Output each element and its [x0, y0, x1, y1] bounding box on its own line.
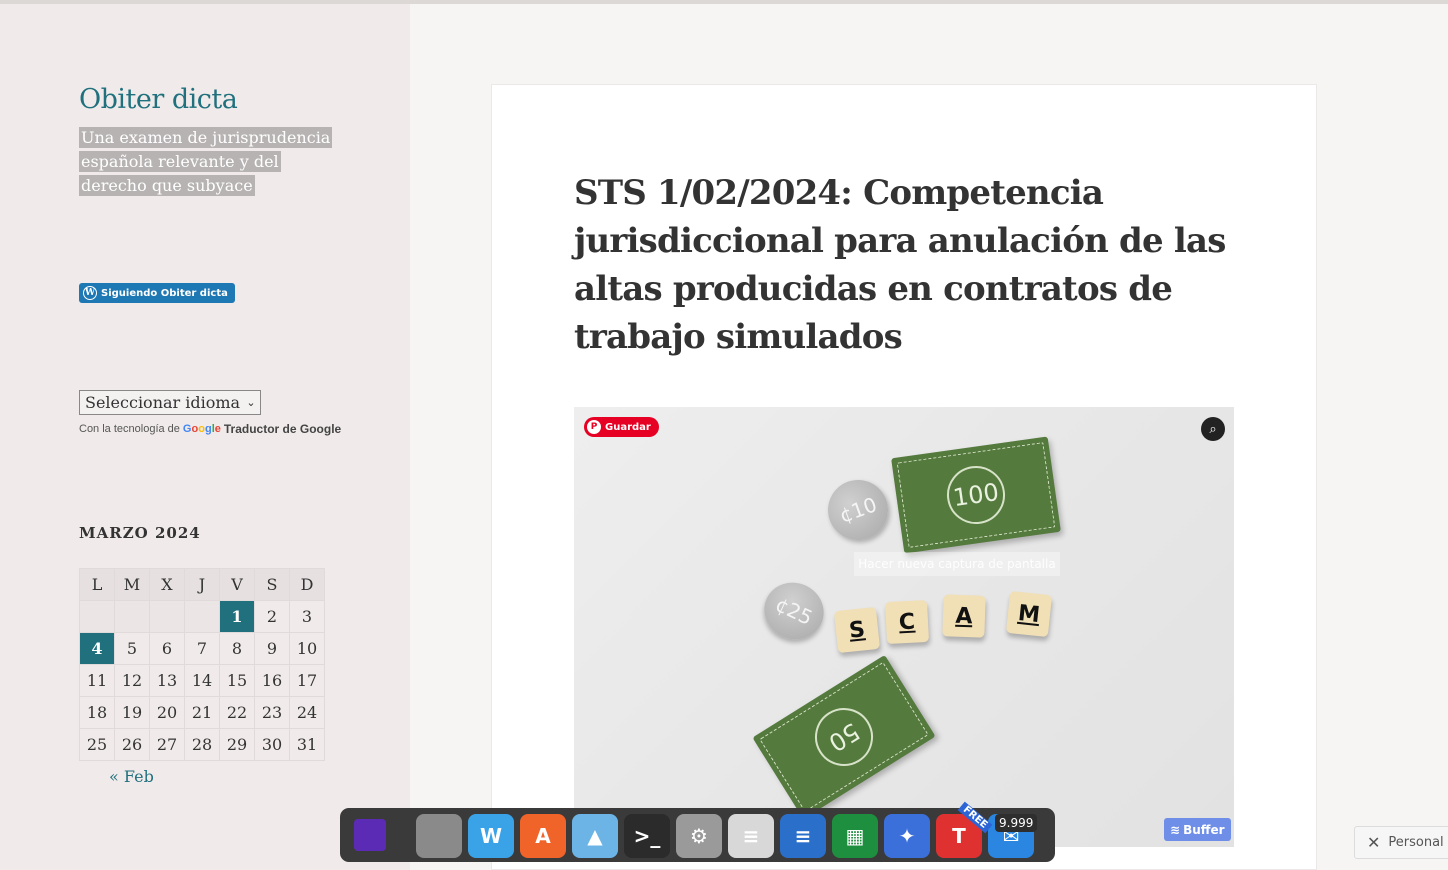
- calendar-title: MARZO 2024: [79, 524, 201, 542]
- dock-item-bird-app[interactable]: ✦: [884, 814, 930, 858]
- calendar-weekday: V: [219, 568, 255, 601]
- translate-powered-by: Con la tecnología de Google Traductor de…: [79, 422, 341, 436]
- calendar-day: 21: [184, 696, 220, 729]
- buffer-label: Buffer: [1183, 822, 1225, 837]
- dock-item-wavebox[interactable]: W: [468, 814, 514, 858]
- language-select[interactable]: Seleccionar idioma ⌄: [79, 390, 261, 415]
- calendar-day: 22: [219, 696, 255, 729]
- calendar-day: 16: [254, 664, 290, 697]
- pinterest-save-button[interactable]: P Guardar: [584, 417, 659, 437]
- google-translate-link[interactable]: Traductor de Google: [224, 422, 341, 436]
- customize-button[interactable]: ✕ Personal: [1354, 826, 1448, 859]
- calendar-day: 6: [149, 632, 185, 665]
- dock-item-image-viewer[interactable]: ▲: [572, 814, 618, 858]
- calendar-day: 19: [114, 696, 150, 729]
- tools-icon: ✕: [1367, 833, 1381, 852]
- calendar-day: 27: [149, 728, 185, 761]
- calendar-day: 25: [79, 728, 115, 761]
- coin-25: ¢25: [754, 572, 834, 650]
- calendar-day: 5: [114, 632, 150, 665]
- calendar-empty-cell: [114, 600, 150, 633]
- site-tagline: Una examen de jurisprudencia española re…: [79, 127, 333, 196]
- calendar-weekday: D: [289, 568, 325, 601]
- calendar-day: 31: [289, 728, 325, 761]
- calendar-day-link[interactable]: 1: [219, 600, 255, 633]
- calendar-day: 10: [289, 632, 325, 665]
- calendar-day: 13: [149, 664, 185, 697]
- powered-prefix: Con la tecnología de: [79, 423, 180, 435]
- calendar-day: 18: [79, 696, 115, 729]
- calendar-empty-cell: [184, 600, 220, 633]
- calendar-week: 123: [79, 600, 325, 633]
- calendar-day: 7: [184, 632, 220, 665]
- google-logo: Google: [182, 423, 221, 435]
- site-title[interactable]: Obiter dicta: [79, 84, 238, 115]
- calendar-weekday: X: [149, 568, 185, 601]
- calendar-empty-cell: [149, 600, 185, 633]
- dock: W A ▲ >_ ⚙ ≡ ≡ ▦ ✦ T ✉: [340, 808, 1055, 862]
- follow-label: Siguiendo Obiter dicta: [101, 287, 228, 299]
- calendar-weekday: M: [114, 568, 150, 601]
- wordpress-icon: W: [83, 286, 97, 300]
- scam-tile-a: A: [942, 594, 986, 638]
- calendar-day: 26: [114, 728, 150, 761]
- pinterest-icon: P: [587, 420, 601, 434]
- bill-100: 100: [891, 436, 1061, 554]
- buffer-button[interactable]: ≋ Buffer: [1164, 818, 1231, 841]
- calendar-empty-cell: [79, 600, 115, 633]
- calendar-day: 12: [114, 664, 150, 697]
- pinterest-save-label: Guardar: [605, 421, 651, 433]
- calendar-day: 3: [289, 600, 325, 633]
- bill-50: 50: [752, 654, 936, 820]
- mail-badge: 9.999: [995, 814, 1038, 832]
- calendar-day: 11: [79, 664, 115, 697]
- capture-hint: Hacer nueva captura de pantalla: [854, 552, 1060, 576]
- follow-button[interactable]: W Siguiendo Obiter dicta: [79, 283, 235, 303]
- calendar-week: 18 19 20 21 22 23 24: [79, 696, 325, 729]
- dock-item-purple-app[interactable]: [354, 819, 386, 851]
- dock-item-app-store[interactable]: A: [520, 814, 566, 858]
- calendar-week: 25 26 27 28 29 30 31: [79, 728, 325, 761]
- post-title[interactable]: STS 1/02/2024: Competencia jurisdicciona…: [574, 169, 1234, 361]
- calendar-day: 24: [289, 696, 325, 729]
- dock-item-settings[interactable]: ⚙: [676, 814, 722, 858]
- visual-search-icon[interactable]: ⌕: [1201, 417, 1225, 441]
- calendar-weekday: L: [79, 568, 115, 601]
- dock-item-writer[interactable]: ≡: [780, 814, 826, 858]
- calendar-day: 23: [254, 696, 290, 729]
- dock-item-files[interactable]: [416, 814, 462, 858]
- calendar-table: LMXJVSD 1 2 3 4 5 6 7 8 9 10 11 12 13 14 15 16 17 18 19 20 2…: [79, 568, 325, 761]
- calendar-day: 17: [289, 664, 325, 697]
- calendar-day-link[interactable]: 4: [79, 632, 115, 665]
- calendar-day: 20: [149, 696, 185, 729]
- scam-tile-m: M: [1005, 590, 1053, 638]
- chevron-down-icon: ⌄: [246, 396, 256, 409]
- calendar-week: 11 12 13 14 15 16 17: [79, 664, 325, 697]
- calendar-prev-month-link[interactable]: « Feb: [109, 767, 154, 786]
- calendar-day: 28: [184, 728, 220, 761]
- post-featured-image: ¢10 100 Hacer nueva captura de pantalla …: [574, 407, 1234, 847]
- calendar-day: 15: [219, 664, 255, 697]
- calendar-weekday: J: [184, 568, 220, 601]
- coin-10: ¢10: [819, 471, 897, 549]
- language-select-value: Seleccionar idioma: [85, 393, 241, 412]
- calendar-day: 30: [254, 728, 290, 761]
- customize-label: Personal: [1388, 835, 1444, 850]
- calendar-day: 9: [254, 632, 290, 665]
- dock-item-terminal[interactable]: >_: [624, 814, 670, 858]
- calendar-day: 14: [184, 664, 220, 697]
- calendar-week: 4 5 6 7 8 9 10: [79, 632, 325, 665]
- scam-tile-s: S: [833, 606, 881, 654]
- calendar-day: 29: [219, 728, 255, 761]
- calendar-day: 8: [219, 632, 255, 665]
- scam-tile-c: C: [884, 599, 930, 645]
- calendar-day: 2: [254, 600, 290, 633]
- dock-item-calc[interactable]: ▦: [832, 814, 878, 858]
- dock-item-document-viewer[interactable]: ≡: [728, 814, 774, 858]
- buffer-icon: ≋: [1170, 822, 1181, 837]
- calendar-weekday: S: [254, 568, 290, 601]
